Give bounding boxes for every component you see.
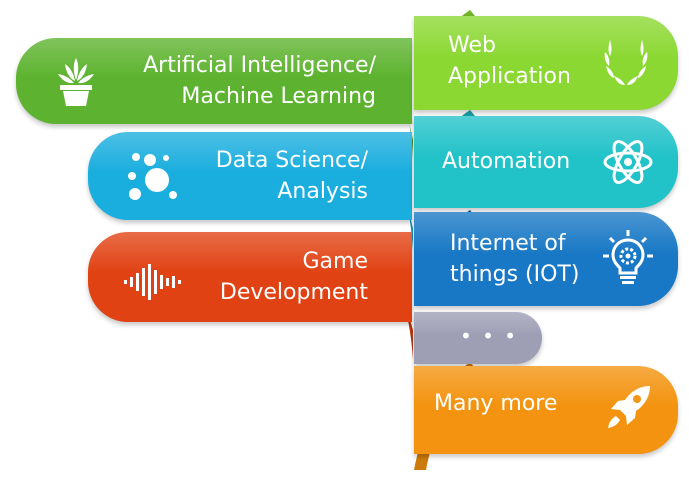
atom-icon	[602, 136, 654, 188]
label-data-science: Data Science/ Analysis	[215, 148, 368, 204]
tab-game-dev[interactable]: Game Development	[88, 232, 412, 322]
tab-data-science[interactable]: Data Science/ Analysis	[88, 132, 412, 220]
tab-ai-ml[interactable]: Artificial Intelligence/ Machine Learnin…	[16, 38, 412, 124]
tab-many-more[interactable]: Many more	[414, 366, 678, 454]
rocket-icon	[604, 382, 654, 432]
label-automation: Automation	[442, 149, 571, 174]
plant-icon	[56, 56, 96, 108]
laurel-icon	[600, 34, 652, 90]
label-web-app: Web Application	[448, 33, 571, 89]
sound-wave-icon	[124, 264, 184, 300]
tab-web-app[interactable]: Web Application	[414, 16, 678, 110]
label-many-more: Many more	[434, 391, 558, 416]
tab-more-dots[interactable]: • • •	[414, 312, 542, 364]
label-iot: Internet of things (IOT)	[450, 231, 580, 287]
tab-iot[interactable]: Internet of things (IOT)	[414, 212, 678, 306]
label-more-dots: • • •	[460, 324, 519, 348]
label-game-dev: Game Development	[219, 249, 368, 305]
label-ai-ml: Artificial Intelligence/ Machine Learnin…	[143, 53, 376, 109]
bubbles-icon	[126, 152, 178, 202]
tab-automation[interactable]: Automation	[414, 116, 678, 208]
lightbulb-gear-icon	[602, 230, 654, 288]
